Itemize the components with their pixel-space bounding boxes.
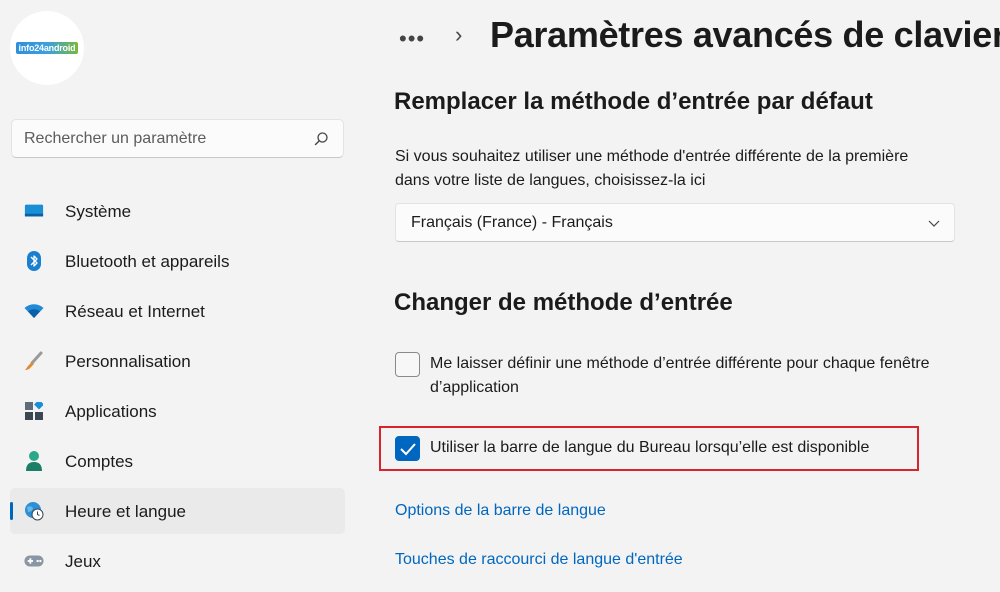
globe-clock-icon	[24, 501, 44, 521]
search-box[interactable]	[11, 119, 344, 158]
sidebar-item-personnalisation[interactable]: Personnalisation	[10, 338, 345, 384]
sidebar-item-label: Comptes	[65, 452, 134, 471]
language-bar-options-link[interactable]: Options de la barre de langue	[395, 502, 606, 520]
sidebar-item-applications[interactable]: Applications	[10, 388, 345, 434]
monitor-icon	[24, 201, 44, 221]
apps-icon	[24, 401, 44, 421]
search-input[interactable]	[24, 128, 304, 150]
desktop-language-bar-label[interactable]: Utiliser la barre de langue du Bureau lo…	[430, 436, 950, 460]
breadcrumb-overflow-button[interactable]: •••	[399, 26, 425, 52]
sidebar-item-comptes[interactable]: Comptes	[10, 438, 345, 484]
sidebar-item-heure-langue[interactable]: Heure et langue	[10, 488, 345, 534]
section-title-override: Remplacer la méthode d’entrée par défaut	[394, 88, 873, 115]
search-icon[interactable]	[313, 131, 329, 147]
desktop-language-bar-checkbox[interactable]	[395, 436, 420, 461]
chevron-down-icon	[928, 220, 940, 227]
sidebar-item-reseau[interactable]: Réseau et Internet	[10, 288, 345, 334]
sidebar-item-label: Réseau et Internet	[65, 302, 205, 321]
app-logo: info24android	[10, 11, 84, 85]
logo-text: info24android	[15, 42, 79, 54]
per-app-input-label[interactable]: Me laisser définir une méthode d’entrée …	[430, 352, 950, 400]
input-language-hotkeys-link[interactable]: Touches de raccourci de langue d'entrée	[395, 551, 683, 569]
selection-indicator	[10, 502, 13, 520]
dropdown-selected-value: Français (France) - Français	[411, 214, 613, 231]
breadcrumb-chevron-icon: ›	[455, 22, 463, 47]
sidebar-item-label: Personnalisation	[65, 352, 191, 371]
section-title-switching: Changer de méthode d’entrée	[394, 289, 733, 316]
page-title: Paramètres avancés de clavier	[490, 14, 1000, 55]
sidebar-item-label: Système	[65, 202, 132, 221]
checkmark-icon	[400, 443, 416, 456]
sidebar-item-jeux[interactable]: Jeux	[10, 538, 345, 584]
sidebar-item-systeme[interactable]: Système	[10, 188, 345, 234]
override-description: Si vous souhaitez utiliser une méthode d…	[395, 148, 909, 189]
sidebar-item-label: Applications	[65, 402, 157, 421]
sidebar-item-label: Bluetooth et appareils	[65, 252, 230, 271]
brush-icon	[24, 351, 44, 371]
input-method-dropdown[interactable]: Français (France) - Français	[395, 203, 955, 242]
wifi-icon	[24, 301, 44, 321]
gamepad-icon	[24, 551, 44, 571]
sidebar-item-bluetooth[interactable]: Bluetooth et appareils	[10, 238, 345, 284]
person-icon	[24, 451, 44, 471]
bluetooth-icon	[24, 251, 44, 271]
sidebar-item-label: Jeux	[65, 552, 101, 571]
per-app-input-checkbox[interactable]	[395, 352, 420, 377]
sidebar-item-label: Heure et langue	[65, 502, 186, 521]
